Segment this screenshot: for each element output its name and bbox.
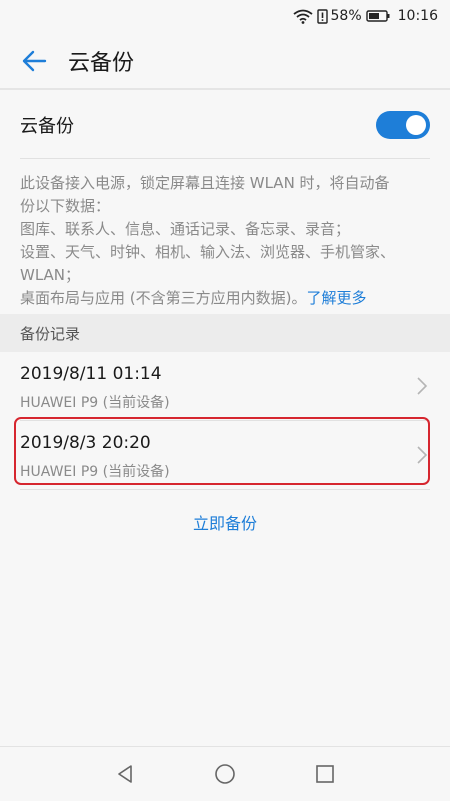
chevron-right-icon <box>417 377 428 395</box>
clock: 10:16 <box>397 8 438 24</box>
backup-now-button[interactable]: 立即备份 <box>193 514 257 533</box>
record-divider <box>20 489 430 490</box>
description-line: 图库、联系人、信息、通话记录、备忘录、录音； <box>20 220 351 238</box>
wifi-icon <box>292 9 313 24</box>
battery-percent: 58% <box>330 8 362 24</box>
header-divider <box>0 88 450 90</box>
learn-more-link[interactable]: 了解更多 <box>306 289 366 307</box>
nav-recents-button[interactable] <box>275 747 375 801</box>
nav-home-icon <box>215 764 235 784</box>
nav-home-button[interactable] <box>175 747 275 801</box>
cloud-backup-label: 云备份 <box>20 116 74 137</box>
back-arrow-icon <box>22 50 47 72</box>
backup-description: 此设备接入电源，锁定屏幕且连接 WLAN 时，将自动备 份以下数据： 图库、联系… <box>20 172 430 310</box>
page-title: 云备份 <box>68 51 135 76</box>
toggle-knob <box>406 115 426 135</box>
highlight-box <box>14 417 430 485</box>
description-line: 份以下数据： <box>20 197 111 215</box>
description-text: 桌面布局与应用 (不含第三方应用内数据)。 <box>20 289 307 307</box>
battery-icon <box>365 10 390 22</box>
record-device: HUAWEI P9 (当前设备) <box>20 395 170 411</box>
description-line-last: 桌面布局与应用 (不含第三方应用内数据)。了解更多 <box>20 287 430 310</box>
app-bar: 云备份 <box>0 32 450 90</box>
nav-back-button[interactable] <box>75 747 175 801</box>
cloud-backup-toggle[interactable] <box>376 111 430 139</box>
nav-back-icon <box>118 765 132 783</box>
row-divider <box>20 158 430 159</box>
navigation-bar <box>0 746 450 801</box>
sim-alert-icon <box>316 8 328 24</box>
record-date: 2019/8/11 01:14 <box>20 364 162 384</box>
cloud-backup-setting-row[interactable]: 云备份 <box>0 92 450 158</box>
description-line: 此设备接入电源，锁定屏幕且连接 WLAN 时，将自动备 <box>20 174 390 192</box>
description-line: WLAN； <box>20 266 81 284</box>
backup-record-item[interactable]: 2019/8/11 01:14 HUAWEI P9 (当前设备) <box>0 352 450 420</box>
description-line: 设置、天气、时钟、相机、输入法、浏览器、手机管家、 <box>20 243 396 261</box>
nav-recents-icon <box>316 765 334 783</box>
status-bar: 58% 10:16 <box>0 0 450 32</box>
backup-records-header: 备份记录 <box>0 314 450 352</box>
back-button[interactable] <box>14 41 54 81</box>
backup-now-container: 立即备份 <box>0 510 450 534</box>
